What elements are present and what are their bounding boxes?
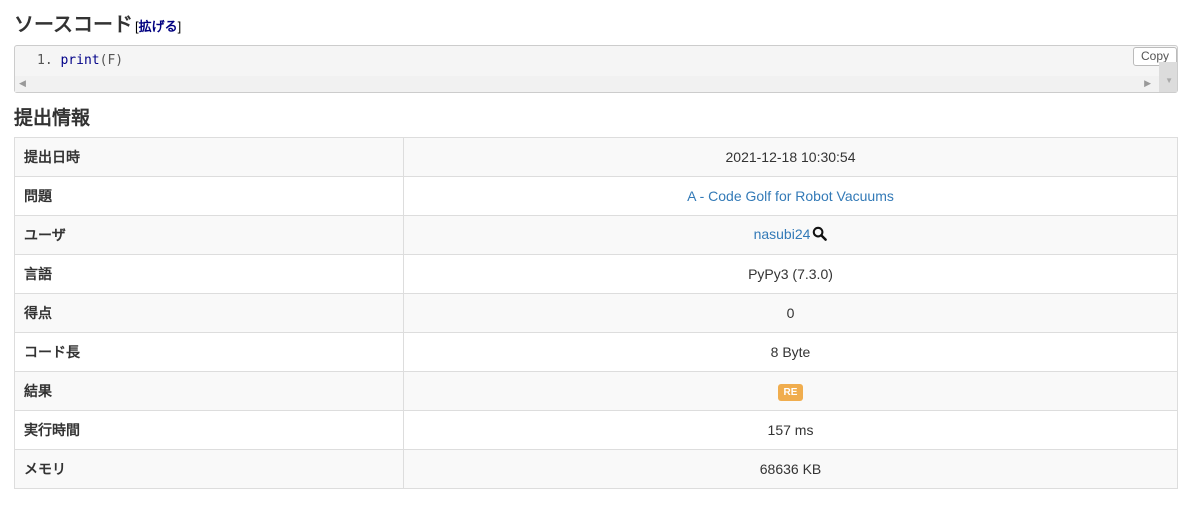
row-label: 実行時間 bbox=[14, 410, 404, 450]
table-row: ユーザ nasubi24 bbox=[14, 215, 1178, 255]
scroll-right-arrow-icon[interactable]: ▶ bbox=[1144, 78, 1151, 89]
table-row: 提出日時 2021-12-18 10:30:54 bbox=[14, 137, 1178, 177]
horizontal-scrollbar[interactable] bbox=[15, 76, 1159, 92]
submission-datetime: 2021-12-18 10:30:54 bbox=[403, 137, 1178, 177]
table-row: コード長 8 Byte bbox=[14, 332, 1178, 372]
table-row: 言語 PyPy3 (7.3.0) bbox=[14, 254, 1178, 294]
row-label: メモリ bbox=[14, 449, 404, 489]
source-code-title: ソースコード bbox=[14, 14, 133, 36]
code-function: print bbox=[60, 53, 100, 68]
search-icon[interactable] bbox=[812, 226, 828, 244]
table-row: 得点 0 bbox=[14, 293, 1178, 333]
code-block: 1. print(F) Copy ◀ ▶ ▼ bbox=[14, 45, 1178, 93]
source-code-heading: ソースコード [拡げる] bbox=[14, 8, 181, 37]
row-label: 得点 bbox=[14, 293, 404, 333]
table-row: 結果 RE bbox=[14, 371, 1178, 411]
code-line: 1. print(F) bbox=[37, 53, 123, 68]
row-label: ユーザ bbox=[14, 215, 404, 255]
expand-toggle: [拡げる] bbox=[135, 19, 182, 34]
table-row: 問題 A - Code Golf for Robot Vacuums bbox=[14, 176, 1178, 216]
table-row: メモリ 68636 KB bbox=[14, 449, 1178, 489]
language-value: PyPy3 (7.3.0) bbox=[403, 254, 1178, 294]
status-badge: RE bbox=[777, 383, 804, 401]
expand-link[interactable]: 拡げる bbox=[139, 19, 178, 34]
result-cell: RE bbox=[403, 371, 1178, 411]
row-label: 提出日時 bbox=[14, 137, 404, 177]
code-args: (F) bbox=[99, 53, 124, 68]
vertical-scrollbar[interactable]: ▼ bbox=[1159, 62, 1177, 92]
score-value: 0 bbox=[403, 293, 1178, 333]
row-label: 結果 bbox=[14, 371, 404, 411]
exec-time-value: 157 ms bbox=[403, 410, 1178, 450]
scroll-left-arrow-icon[interactable]: ◀ bbox=[19, 78, 26, 89]
user-link[interactable]: nasubi24 bbox=[754, 226, 811, 242]
problem-cell: A - Code Golf for Robot Vacuums bbox=[403, 176, 1178, 216]
line-number: 1. bbox=[37, 53, 53, 68]
memory-value: 68636 KB bbox=[403, 449, 1178, 489]
problem-link[interactable]: A - Code Golf for Robot Vacuums bbox=[687, 188, 894, 204]
user-cell: nasubi24 bbox=[403, 215, 1178, 255]
submission-info-table: 提出日時 2021-12-18 10:30:54 問題 A - Code Gol… bbox=[14, 137, 1178, 489]
row-label: 言語 bbox=[14, 254, 404, 294]
scroll-down-arrow-icon[interactable]: ▼ bbox=[1165, 76, 1173, 85]
submission-info-title: 提出情報 bbox=[14, 108, 91, 129]
code-length-value: 8 Byte bbox=[403, 332, 1178, 372]
row-label: コード長 bbox=[14, 332, 404, 372]
table-row: 実行時間 157 ms bbox=[14, 410, 1178, 450]
row-label: 問題 bbox=[14, 176, 404, 216]
